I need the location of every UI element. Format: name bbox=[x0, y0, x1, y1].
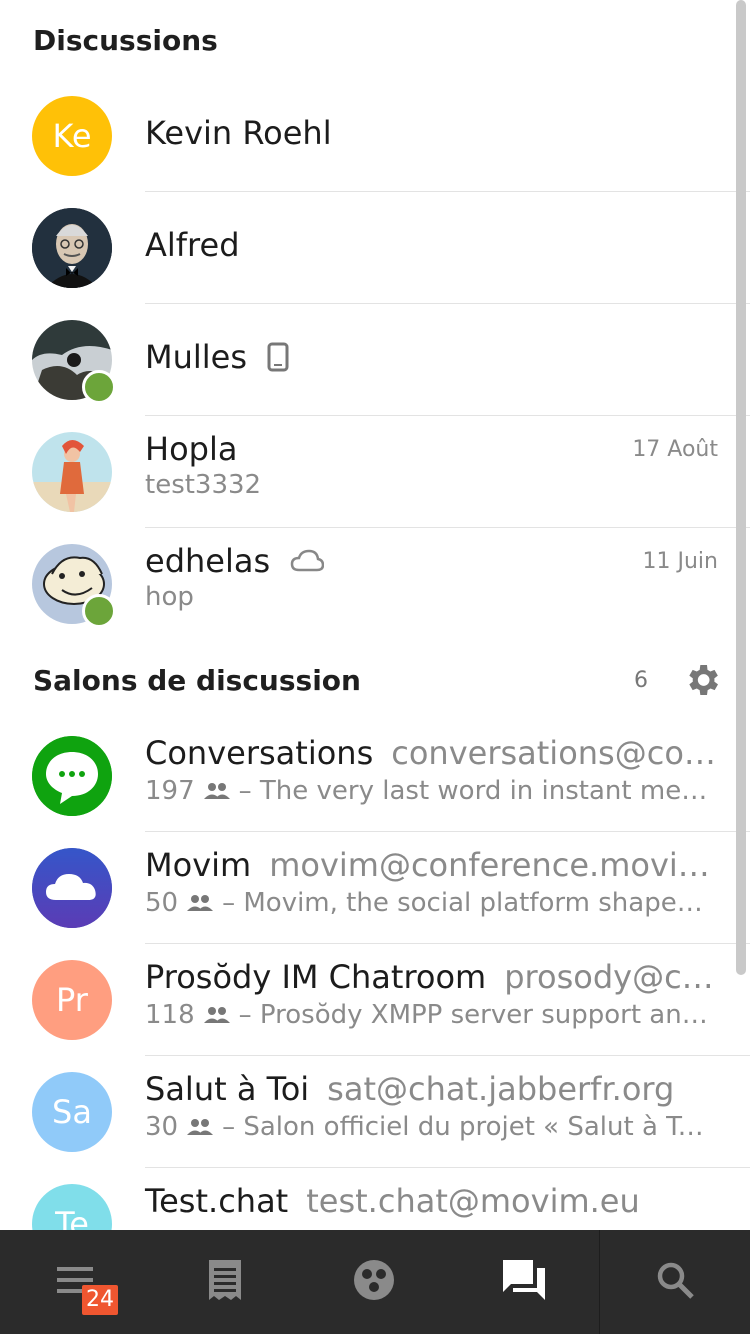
room-jid: prosody@conference.prosody.im bbox=[504, 958, 718, 996]
last-message: test3332 bbox=[145, 470, 262, 500]
avatar: Pr bbox=[32, 960, 112, 1040]
rooms-header: Salons de discussion 6 bbox=[0, 640, 750, 720]
avatar: Te bbox=[32, 1184, 112, 1230]
discussions-header: Discussions bbox=[0, 0, 750, 80]
contact-row[interactable]: Ke Kevin Roehl bbox=[0, 80, 750, 192]
contact-name: Hopla bbox=[145, 430, 238, 468]
room-description: – The very last word in instant messagin… bbox=[238, 776, 718, 806]
contact-row[interactable]: Alfred bbox=[0, 192, 750, 304]
avatar: Ke bbox=[32, 96, 112, 176]
room-row[interactable]: Sa Salut à Toi sat@chat.jabberfr.org 30 … bbox=[0, 1056, 750, 1168]
avatar bbox=[32, 432, 112, 512]
people-icon bbox=[186, 1117, 214, 1137]
people-icon bbox=[203, 781, 231, 801]
cloud-icon bbox=[290, 549, 325, 573]
room-description: – Movim, the social platform shaped for … bbox=[222, 888, 718, 918]
contact-name: edhelas bbox=[145, 542, 271, 580]
tab-menu[interactable]: 24 bbox=[0, 1230, 150, 1334]
tab-search[interactable] bbox=[599, 1230, 750, 1334]
section-title: Discussions bbox=[33, 23, 218, 57]
last-message: hop bbox=[145, 582, 194, 612]
room-row[interactable]: Conversations conversations@conference.s… bbox=[0, 720, 750, 832]
contact-name: Kevin Roehl bbox=[145, 114, 332, 152]
room-row[interactable]: Pr Prosŏdy IM Chatroom prosody@conferenc… bbox=[0, 944, 750, 1056]
room-jid: test.chat@movim.eu bbox=[306, 1182, 640, 1220]
tab-chat[interactable] bbox=[449, 1230, 599, 1334]
tab-communities[interactable] bbox=[300, 1230, 450, 1334]
section-title: Salons de discussion bbox=[33, 663, 361, 697]
room-name: Movim bbox=[145, 846, 252, 884]
room-jid: conversations@conference.siacs.eu bbox=[391, 734, 718, 772]
rooms-count: 6 bbox=[634, 667, 648, 693]
bottom-navigation: 24 bbox=[0, 1230, 750, 1334]
tab-news[interactable] bbox=[150, 1230, 300, 1334]
room-jid: movim@conference.movim.eu bbox=[269, 846, 718, 884]
room-users-count: 50 bbox=[145, 888, 179, 918]
communities-icon bbox=[353, 1259, 395, 1305]
room-row[interactable]: Te Test.chat test.chat@movim.eu bbox=[0, 1168, 750, 1230]
avatar bbox=[32, 736, 112, 816]
online-indicator bbox=[82, 370, 116, 404]
room-row[interactable]: Movim movim@conference.movim.eu 50 – Mov… bbox=[0, 832, 750, 944]
notification-badge: 24 bbox=[82, 1285, 118, 1315]
room-name: Salut à Toi bbox=[145, 1070, 310, 1108]
news-icon bbox=[205, 1258, 245, 1306]
avatar bbox=[32, 848, 112, 928]
avatar: Sa bbox=[32, 1072, 112, 1152]
search-icon bbox=[655, 1260, 695, 1304]
room-users-count: 118 bbox=[145, 1000, 195, 1030]
people-icon bbox=[186, 893, 214, 913]
room-users-count: 197 bbox=[145, 776, 195, 806]
gear-icon[interactable] bbox=[682, 660, 722, 700]
room-description: – Prosŏdy XMPP server support and discus… bbox=[238, 1000, 718, 1030]
room-description: – Salon officiel du projet « Salut à Toi… bbox=[222, 1112, 718, 1142]
contact-row[interactable]: Hopla 17 Août test3332 bbox=[0, 416, 750, 528]
room-jid: sat@chat.jabberfr.org bbox=[327, 1070, 675, 1108]
contact-name: Mulles bbox=[145, 338, 248, 376]
last-message-date: 17 Août bbox=[632, 436, 718, 462]
online-indicator bbox=[82, 594, 116, 628]
contact-name: Alfred bbox=[145, 226, 240, 264]
contact-row[interactable]: Mulles bbox=[0, 304, 750, 416]
last-message-date: 11 Juin bbox=[642, 548, 718, 574]
room-users-count: 30 bbox=[145, 1112, 179, 1142]
avatar bbox=[32, 208, 112, 288]
room-name: Test.chat bbox=[145, 1182, 289, 1220]
phone-icon bbox=[267, 342, 289, 372]
room-name: Prosŏdy IM Chatroom bbox=[145, 958, 487, 996]
chat-icon bbox=[501, 1258, 547, 1306]
room-name: Conversations bbox=[145, 734, 374, 772]
contact-row[interactable]: edhelas 11 Juin hop bbox=[0, 528, 750, 640]
people-icon bbox=[203, 1005, 231, 1025]
scrollbar[interactable] bbox=[736, 0, 746, 975]
discussion-list[interactable]: Discussions Ke Kevin Roehl Alfred Mulles… bbox=[0, 0, 750, 1230]
